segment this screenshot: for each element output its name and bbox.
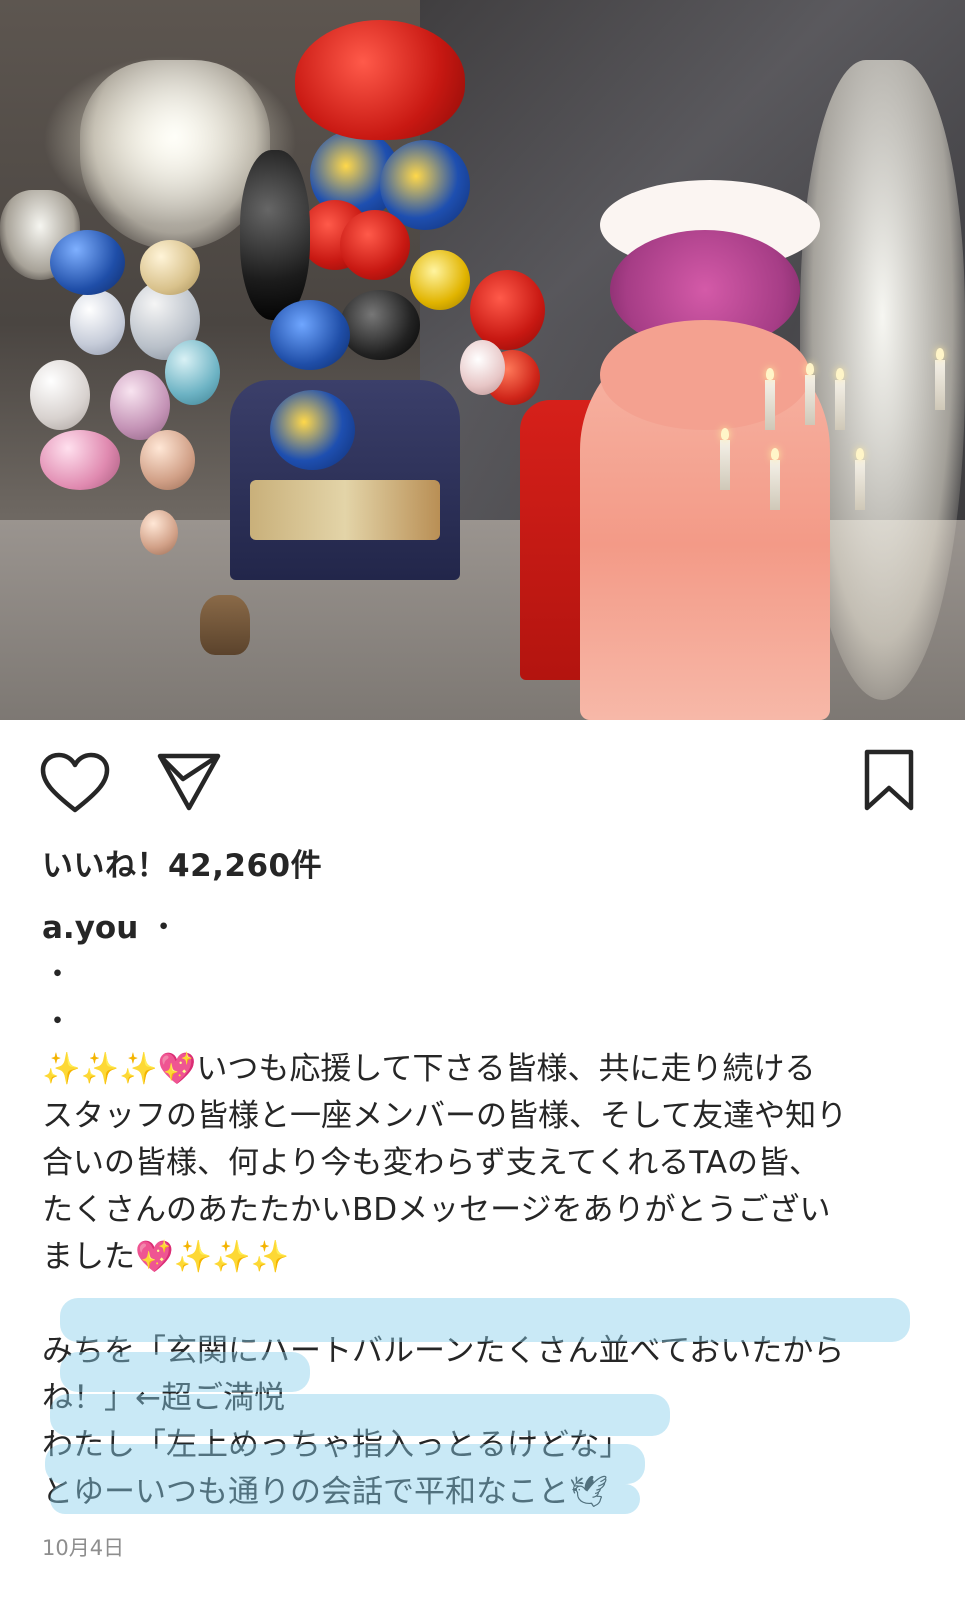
post-photo[interactable] xyxy=(0,0,965,720)
red-heart-balloon xyxy=(470,270,545,350)
bookmark-outline-icon xyxy=(864,749,914,811)
caption-dot: ・ xyxy=(148,910,180,946)
heart-outline-icon xyxy=(40,752,110,813)
candle xyxy=(805,363,815,425)
caption-dot-line: ・ xyxy=(42,1004,73,1040)
highlight-stroke xyxy=(60,1298,910,1342)
caption-line: ✨✨✨💖いつも応援して下さる皆様、共に走り続ける xyxy=(42,1051,816,1087)
balloon xyxy=(140,240,200,295)
highlight-stroke xyxy=(50,1484,640,1514)
save-button[interactable] xyxy=(863,748,915,812)
caption-line: ました💖✨✨✨ xyxy=(42,1239,290,1275)
balloon xyxy=(40,430,120,490)
balloon xyxy=(70,290,125,355)
candle xyxy=(720,428,730,490)
caption-line: 合いの皆様、何より今も変わらず支えてくれるTAの皆、 xyxy=(42,1145,821,1181)
blue-heart-balloon xyxy=(270,300,350,370)
balloon xyxy=(110,370,170,440)
red-heart-balloon xyxy=(295,20,465,140)
small-dog xyxy=(200,595,250,655)
username-link[interactable]: a.you xyxy=(42,910,138,946)
pink-ribbon-bow xyxy=(600,320,810,430)
post-action-bar xyxy=(0,720,965,820)
sofa-blanket xyxy=(250,480,440,540)
balloon xyxy=(30,360,90,430)
balloon xyxy=(165,340,220,405)
like-button[interactable] xyxy=(40,752,110,814)
caption-line: スタッフの皆様と一座メンバーの皆様、そして友達や知り xyxy=(42,1098,848,1134)
candle xyxy=(935,348,945,410)
caption-dot-line: ・ xyxy=(42,957,73,993)
caption-line: たくさんのあたたかいBDメッセージをありがとうござい xyxy=(42,1192,831,1228)
black-heart-balloon xyxy=(340,290,420,360)
balloon xyxy=(140,430,195,490)
candle xyxy=(855,448,865,510)
post-date: 10月4日 xyxy=(42,1536,125,1560)
happy-birthday-balloon xyxy=(270,390,355,470)
red-heart-balloon xyxy=(340,210,410,280)
candle xyxy=(770,448,780,510)
clear-balloon xyxy=(460,340,505,395)
share-button[interactable] xyxy=(156,752,222,812)
highlight-stroke xyxy=(60,1352,310,1392)
highlight-stroke xyxy=(50,1394,670,1436)
candle xyxy=(765,368,775,430)
likes-count[interactable]: いいね！42,260件 xyxy=(42,840,322,885)
gold-star-balloon xyxy=(410,250,470,310)
black-balloon xyxy=(240,150,310,320)
balloon xyxy=(140,510,178,555)
paper-plane-icon xyxy=(157,753,221,811)
highlight-stroke xyxy=(45,1444,645,1484)
balloon xyxy=(50,230,125,295)
candle xyxy=(835,368,845,430)
caption-header: a.you ・ xyxy=(42,905,922,952)
